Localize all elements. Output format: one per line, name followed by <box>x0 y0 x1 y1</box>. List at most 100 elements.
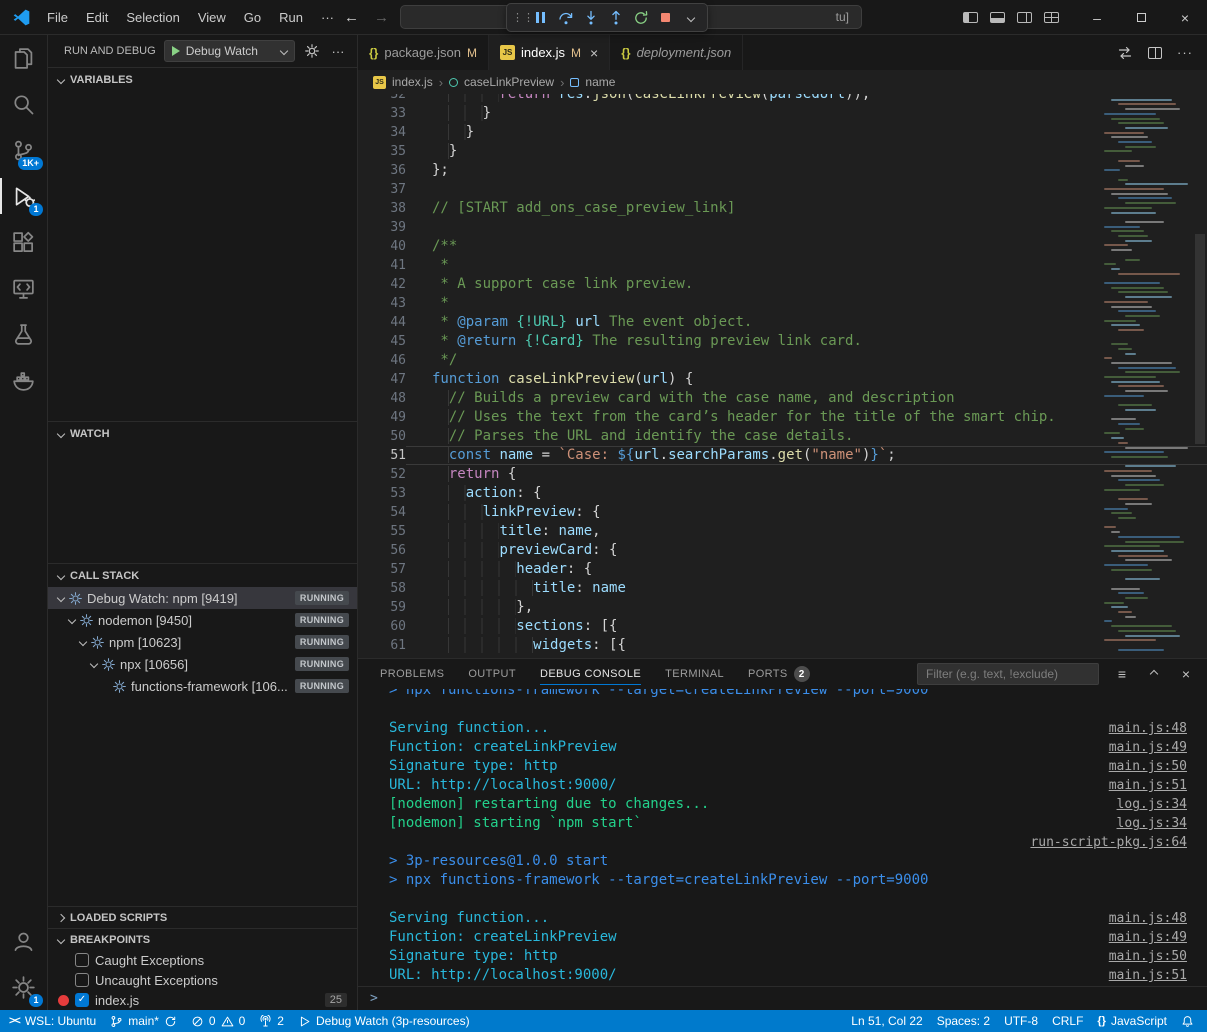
code-line-34[interactable]: 34 } <box>358 123 1207 142</box>
encoding-item[interactable]: UTF-8 <box>997 1010 1045 1032</box>
sidebar-item-testing[interactable] <box>0 311 47 357</box>
line-number[interactable]: 61 <box>358 636 406 655</box>
tab-package-json[interactable]: {} package.json M <box>358 35 489 70</box>
call-stack-session[interactable]: npm [10623]RUNNING <box>48 631 357 653</box>
cursor-position-item[interactable]: Ln 51, Col 22 <box>844 1010 929 1032</box>
line-number[interactable]: 47 <box>358 370 406 389</box>
start-debug-icon[interactable] <box>172 46 180 56</box>
code-line-52[interactable]: 52 return { <box>358 465 1207 484</box>
line-number[interactable]: 38 <box>358 199 406 218</box>
line-number[interactable]: 32 <box>358 94 406 104</box>
menu-more[interactable]: ··· <box>312 0 343 35</box>
watch-section-header[interactable]: WATCH <box>48 421 357 445</box>
line-number[interactable]: 60 <box>358 617 406 636</box>
debug-settings-button[interactable] <box>303 44 321 58</box>
source-link[interactable]: run-script-pkg.js:64 <box>1030 833 1187 852</box>
step-into-button[interactable] <box>579 6 602 29</box>
sidebar-item-source-control[interactable]: 1K+ <box>0 127 47 173</box>
line-number[interactable]: 41 <box>358 256 406 275</box>
line-number[interactable]: 48 <box>358 389 406 408</box>
tab-debug-console[interactable]: DEBUG CONSOLE <box>540 659 641 689</box>
line-number[interactable]: 33 <box>358 104 406 123</box>
debug-toolbar-dropdown[interactable] <box>679 6 702 29</box>
loaded-scripts-section-header[interactable]: LOADED SCRIPTS <box>48 906 357 928</box>
settings-button[interactable]: 1 <box>0 964 47 1010</box>
source-link[interactable]: main.js:48 <box>1109 719 1187 738</box>
code-line-35[interactable]: 35 } <box>358 142 1207 161</box>
sidebar-item-extensions[interactable] <box>0 219 47 265</box>
debug-console[interactable]: > npx functions-framework --target=creat… <box>358 689 1207 986</box>
line-number[interactable]: 54 <box>358 503 406 522</box>
close-window-button[interactable]: × <box>1163 0 1207 35</box>
breadcrumb-file[interactable]: index.js <box>392 75 433 89</box>
notifications-item[interactable] <box>1174 1010 1201 1032</box>
call-stack-session[interactable]: functions-framework [106...RUNNING <box>48 675 357 697</box>
menu-run[interactable]: Run <box>270 0 312 35</box>
line-number[interactable]: 36 <box>358 161 406 180</box>
code-line-37[interactable]: 37 <box>358 180 1207 199</box>
accounts-button[interactable] <box>0 918 47 964</box>
menu-go[interactable]: Go <box>235 0 270 35</box>
line-number[interactable]: 57 <box>358 560 406 579</box>
line-number[interactable]: 49 <box>358 408 406 427</box>
sidebar-item-run-and-debug[interactable]: 1 <box>0 173 47 219</box>
git-branch-item[interactable]: main* <box>103 1010 184 1032</box>
toolbar-grip-icon[interactable]: ⋮⋮ <box>512 13 527 23</box>
step-over-button[interactable] <box>554 6 577 29</box>
toggle-secondary-sidebar-icon[interactable] <box>1017 12 1032 23</box>
eol-item[interactable]: CRLF <box>1045 1010 1090 1032</box>
code-line-32[interactable]: 32 return res.json(caseLinkPreview(parse… <box>358 94 1207 104</box>
line-number[interactable]: 56 <box>358 541 406 560</box>
line-number[interactable]: 53 <box>358 484 406 503</box>
code-line-43[interactable]: 43 * <box>358 294 1207 313</box>
call-stack-session[interactable]: Debug Watch: npm [9419]RUNNING <box>48 587 357 609</box>
line-number[interactable]: 40 <box>358 237 406 256</box>
minimize-button[interactable]: – <box>1075 0 1119 35</box>
code-line-60[interactable]: 60 sections: [{ <box>358 617 1207 636</box>
views-more-actions-button[interactable]: ··· <box>329 44 347 59</box>
line-number[interactable]: 39 <box>358 218 406 237</box>
remote-indicator[interactable]: >< WSL: Ubuntu <box>2 1010 103 1032</box>
nav-back-icon[interactable]: ← <box>344 9 359 26</box>
code-line-47[interactable]: 47function caseLinkPreview(url) { <box>358 370 1207 389</box>
line-number[interactable]: 52 <box>358 465 406 484</box>
code-line-40[interactable]: 40/** <box>358 237 1207 256</box>
breadcrumb-symbol[interactable]: caseLinkPreview <box>464 75 554 89</box>
code-line-46[interactable]: 46 */ <box>358 351 1207 370</box>
line-number[interactable]: 43 <box>358 294 406 313</box>
source-link[interactable]: main.js:48 <box>1109 909 1187 928</box>
menu-file[interactable]: File <box>38 0 77 35</box>
call-stack-session[interactable]: nodemon [9450]RUNNING <box>48 609 357 631</box>
code-line-58[interactable]: 58 title: name <box>358 579 1207 598</box>
tab-output[interactable]: OUTPUT <box>468 659 516 689</box>
line-number[interactable]: 45 <box>358 332 406 351</box>
code-line-41[interactable]: 41 * <box>358 256 1207 275</box>
breakpoint-row-caught-exceptions[interactable]: Caught Exceptions <box>48 950 357 970</box>
code-line-54[interactable]: 54 linkPreview: { <box>358 503 1207 522</box>
console-input-row[interactable]: > <box>358 986 1207 1010</box>
breakpoint-row-uncaught-exceptions[interactable]: Uncaught Exceptions <box>48 970 357 990</box>
code-line-61[interactable]: 61 widgets: [{ <box>358 636 1207 655</box>
line-number[interactable]: 37 <box>358 180 406 199</box>
debug-session-item[interactable]: Debug Watch (3p-resources) <box>291 1010 477 1032</box>
close-tab-icon[interactable]: × <box>590 45 598 61</box>
pause-button[interactable] <box>529 6 552 29</box>
tab-deployment-json[interactable]: {} deployment.json <box>610 35 743 70</box>
forwarded-ports-item[interactable]: 2 <box>252 1010 291 1032</box>
code-line-44[interactable]: 44 * @param {!URL} url The event object. <box>358 313 1207 332</box>
code-line-33[interactable]: 33 } <box>358 104 1207 123</box>
nav-forward-icon[interactable]: → <box>374 9 389 26</box>
debug-config-dropdown[interactable]: Debug Watch <box>164 40 295 62</box>
tab-index-js[interactable]: JS index.js M × <box>489 35 610 70</box>
console-filter-input[interactable] <box>917 663 1099 685</box>
code-line-48[interactable]: 48 // Builds a preview card with the cas… <box>358 389 1207 408</box>
editor-scrollbar[interactable] <box>1193 94 1207 658</box>
restart-button[interactable] <box>629 6 652 29</box>
line-number[interactable]: 58 <box>358 579 406 598</box>
code-line-51[interactable]: 51 const name = `Case: ${url.searchParam… <box>358 446 1207 465</box>
source-link[interactable]: main.js:49 <box>1109 928 1187 947</box>
tab-problems[interactable]: PROBLEMS <box>380 659 444 689</box>
tab-ports[interactable]: PORTS2 <box>748 659 810 689</box>
sidebar-item-docker[interactable] <box>0 357 47 403</box>
line-number[interactable]: 46 <box>358 351 406 370</box>
